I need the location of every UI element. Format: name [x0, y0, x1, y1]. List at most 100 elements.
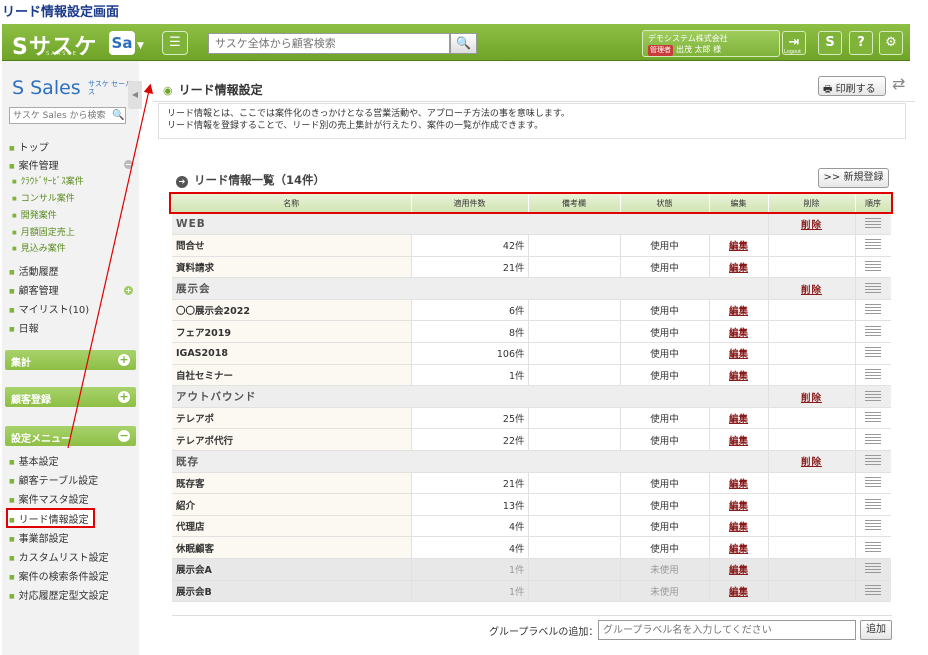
sidebar-product-logo[interactable]: S Sales	[12, 77, 81, 99]
sidebar-item-custom-list[interactable]: カスタムリスト設定	[9, 549, 109, 564]
sidebar-item-daily-report[interactable]: 日報	[9, 320, 39, 335]
section-summary[interactable]: 集計 +	[5, 350, 136, 370]
delete-cell	[768, 515, 856, 538]
status-cell: 使用中	[620, 342, 710, 365]
sidebar-item-monthly-sales[interactable]: 月額固定売上	[12, 225, 75, 238]
sidebar-collapse-icon[interactable]: ◀	[128, 81, 142, 109]
sidebar-item-search-conditions[interactable]: 案件の検索条件設定	[9, 568, 109, 583]
edit-link[interactable]: 編集	[729, 501, 748, 512]
sidebar-item-customers[interactable]: 顧客管理	[9, 282, 59, 297]
gear-icon[interactable]: ⚙	[879, 31, 903, 55]
drag-handle-icon[interactable]	[865, 584, 882, 597]
print-button[interactable]: 🖶 印刷する	[818, 76, 886, 96]
drag-handle-icon[interactable]	[865, 368, 882, 381]
delete-link[interactable]: 削除	[801, 457, 822, 468]
search-icon[interactable]: 🔍	[450, 33, 477, 54]
drag-handle-icon[interactable]	[865, 325, 882, 338]
page-title: リード情報設定	[163, 81, 263, 98]
group-label-input[interactable]	[598, 620, 856, 640]
chat-icon[interactable]: ☰	[162, 31, 188, 55]
sidebar-item-mylist[interactable]: マイリスト(10)	[9, 301, 90, 316]
remarks-cell	[528, 320, 621, 344]
logout-label: Logout	[784, 49, 802, 55]
drag-handle-icon[interactable]	[865, 455, 882, 468]
collapse-icon[interactable]: −	[118, 430, 130, 442]
sidebar-item-prospects[interactable]: 見込み案件	[12, 241, 66, 254]
sidebar-item-history-templates[interactable]: 対応履歴定型文設定	[9, 587, 109, 602]
applied-count: 8件	[411, 320, 529, 344]
refresh-icon[interactable]: ⇄	[892, 74, 905, 93]
drag-handle-icon[interactable]	[865, 217, 882, 230]
table-row: 代理店 4件 使用中 編集	[172, 515, 891, 538]
section-customer-register[interactable]: 顧客登録 +	[5, 387, 136, 407]
expand-icon[interactable]: +	[118, 354, 130, 366]
sidebar-item-basic-settings[interactable]: 基本設定	[9, 453, 59, 468]
edit-link[interactable]: 編集	[729, 587, 748, 598]
drag-handle-icon[interactable]	[865, 347, 882, 360]
sidebar-search-input[interactable]	[9, 107, 126, 124]
drag-handle-icon[interactable]	[865, 412, 882, 425]
delete-link[interactable]: 削除	[801, 285, 822, 296]
collapse-icon[interactable]: −	[124, 160, 133, 169]
expand-icon[interactable]: +	[118, 391, 130, 403]
remarks-cell	[528, 407, 621, 430]
sidebar-item-cloud-deals[interactable]: ｸﾗｳﾄﾞｻｰﾋﾞｽ案件	[12, 174, 84, 187]
edit-link[interactable]: 編集	[729, 371, 748, 382]
expand-icon[interactable]: +	[124, 286, 133, 295]
drag-handle-icon[interactable]	[865, 282, 882, 295]
sidebar-item-top[interactable]: トップ	[9, 139, 49, 154]
drag-handle-icon[interactable]	[865, 563, 882, 576]
edit-link[interactable]: 編集	[729, 263, 748, 274]
table-row: 展示会A 1件 未使用 編集	[172, 558, 891, 581]
sidebar-item-dev-deals[interactable]: 開発案件	[12, 208, 57, 221]
drag-handle-icon[interactable]	[865, 541, 882, 554]
drag-handle-icon[interactable]	[865, 304, 882, 317]
drag-handle-icon[interactable]	[865, 520, 882, 533]
sidebar-item-activity[interactable]: 活動履歴	[9, 263, 59, 278]
drag-handle-icon[interactable]	[865, 239, 882, 252]
lead-name: 展示会B	[172, 580, 412, 603]
sidebar-item-lead-settings[interactable]: リード情報設定	[9, 511, 89, 526]
sidebar-item-division[interactable]: 事業部設定	[9, 530, 69, 545]
edit-link[interactable]: 編集	[729, 328, 748, 339]
app-switch-button[interactable]: Sa	[109, 31, 135, 55]
applied-count: 106件	[411, 342, 529, 365]
drag-handle-icon[interactable]	[865, 476, 882, 489]
lead-name: テレアポ代行	[172, 428, 412, 452]
delete-link[interactable]: 削除	[801, 220, 822, 231]
remarks-cell	[528, 536, 621, 559]
sidebar-item-customer-table[interactable]: 顧客テーブル設定	[9, 472, 98, 487]
edit-link[interactable]: 編集	[729, 479, 748, 490]
drag-handle-icon[interactable]	[865, 498, 882, 511]
sidebar-item-deal-master[interactable]: 案件マスタ設定	[9, 491, 89, 506]
search-icon[interactable]: 🔍	[112, 110, 124, 121]
lead-name: 自社セミナー	[172, 364, 412, 387]
global-search-input[interactable]	[208, 33, 450, 54]
applied-count: 4件	[411, 536, 529, 559]
drag-handle-icon[interactable]	[865, 433, 882, 446]
edit-link[interactable]: 編集	[729, 349, 748, 360]
delete-link[interactable]: 削除	[801, 393, 822, 404]
section-settings-menu[interactable]: 設定メニュー −	[5, 426, 136, 446]
edit-link[interactable]: 編集	[729, 306, 748, 317]
user-info[interactable]: デモシステム株式会社 管理者 出茂 太郎 様	[642, 30, 780, 57]
chevron-down-icon[interactable]: ▼	[137, 41, 144, 51]
new-register-button[interactable]: >> 新規登録	[818, 168, 889, 188]
edit-link[interactable]: 編集	[729, 565, 748, 576]
sidebar-item-consult-deals[interactable]: コンサル案件	[12, 191, 75, 204]
drag-handle-icon[interactable]	[865, 260, 882, 273]
edit-link[interactable]: 編集	[729, 414, 748, 425]
help-icon[interactable]: ?	[849, 31, 873, 55]
drag-handle-icon[interactable]	[865, 390, 882, 403]
table-row: テレアポ代行 22件 使用中 編集	[172, 428, 891, 452]
table-row: IGAS2018 106件 使用中 編集	[172, 342, 891, 365]
remarks-cell	[528, 580, 621, 603]
edit-link[interactable]: 編集	[729, 544, 748, 555]
edit-link[interactable]: 編集	[729, 436, 748, 447]
sales-icon[interactable]: S	[818, 31, 842, 55]
sidebar-item-deals[interactable]: 案件管理	[9, 157, 59, 172]
lead-name: 展示会A	[172, 558, 412, 581]
edit-link[interactable]: 編集	[729, 522, 748, 533]
add-button[interactable]: 追加	[860, 620, 892, 640]
edit-link[interactable]: 編集	[729, 241, 748, 252]
